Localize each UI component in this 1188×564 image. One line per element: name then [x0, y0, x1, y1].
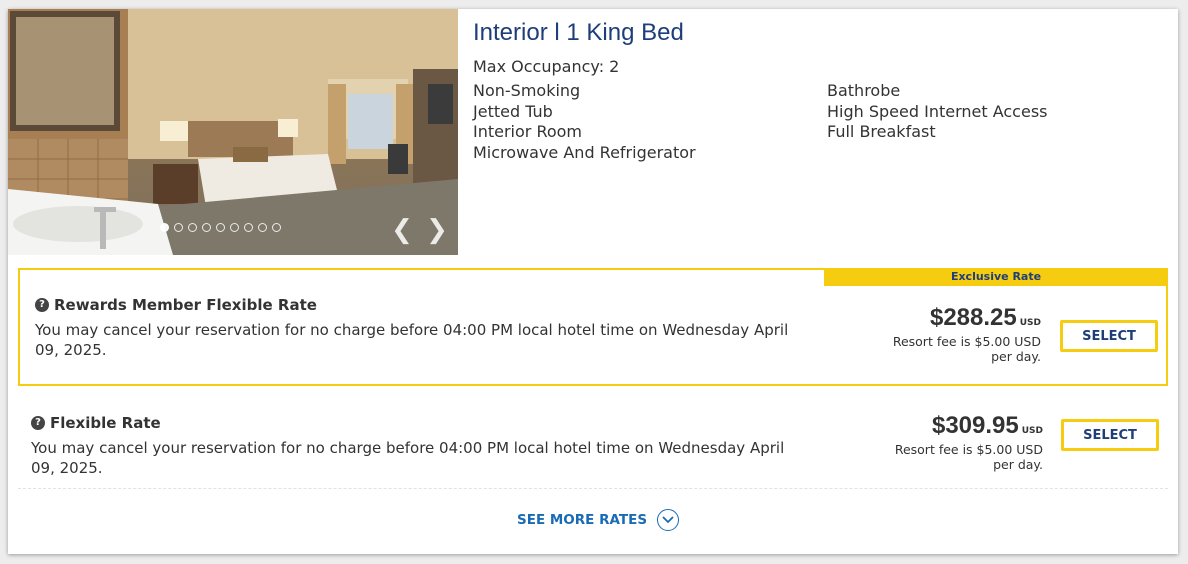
chevron-right-icon[interactable]: ❯: [426, 216, 448, 244]
gallery-dot[interactable]: [230, 223, 239, 232]
rate-option-rewards-member: Exclusive Rate ? Rewards Member Flexible…: [18, 268, 1168, 386]
rate-name-label: Flexible Rate: [50, 414, 161, 432]
amenities-list-right: Bathrobe High Speed Internet Access Full…: [827, 81, 1048, 143]
price-block: $309.95 USD Resort fee is $5.00 USD per d…: [823, 412, 1043, 472]
resort-fee-line2: per day.: [993, 457, 1043, 472]
rate-price: $309.95: [931, 412, 1019, 439]
amenity-item: Jetted Tub: [473, 101, 553, 121]
amenity-item: Bathrobe: [827, 81, 901, 100]
chevron-down-circle-icon[interactable]: [657, 509, 680, 531]
see-more-rates-label[interactable]: SEE MORE RATES: [517, 512, 647, 528]
rate-option-flexible: ? Flexible Rate You may cancel your rese…: [18, 395, 1168, 489]
room-title[interactable]: Interior l 1 King Bed: [473, 19, 684, 47]
gallery-dot[interactable]: [272, 223, 281, 232]
chevron-left-icon[interactable]: ❮: [391, 216, 413, 244]
gallery-dot[interactable]: [216, 223, 225, 232]
gallery-dot[interactable]: [188, 223, 197, 232]
rate-price: $288.25: [929, 304, 1017, 331]
amenity-item: Microwave And Refrigerator: [473, 142, 696, 162]
see-more-rates-link[interactable]: SEE MORE RATES: [517, 509, 680, 531]
currency-label: USD: [1021, 426, 1043, 436]
gallery-dot[interactable]: [244, 223, 253, 232]
cancellation-policy: You may cancel your reservation for no c…: [35, 321, 789, 359]
gallery-dot[interactable]: [202, 223, 211, 232]
resort-fee-line1: Resort fee is $5.00 USD: [894, 442, 1043, 457]
amenity-item: High Speed Internet Access: [827, 101, 1048, 121]
amenities-list-left: Non-Smoking Jetted Tub Interior Room Mic…: [473, 81, 696, 163]
room-card: ❮ ❯ Interior l 1 King Bed Max Occupancy:…: [8, 9, 1178, 554]
resort-fee: Resort fee is $5.00 USD per day.: [823, 442, 1043, 472]
amenity-item: Non-Smoking: [473, 81, 581, 100]
gallery-dot[interactable]: [160, 223, 169, 232]
gallery-pagination: [160, 223, 281, 232]
select-rate-button[interactable]: SELECT: [1061, 419, 1159, 451]
max-occupancy: Max Occupancy: 2: [473, 57, 620, 76]
resort-fee-line2: per day.: [991, 349, 1041, 364]
gallery-dot[interactable]: [258, 223, 267, 232]
question-circle-icon[interactable]: ?: [35, 298, 49, 312]
amenity-item: Full Breakfast: [827, 122, 936, 142]
question-circle-icon[interactable]: ?: [31, 416, 45, 430]
amenity-item: Interior Room: [473, 122, 583, 142]
price-block: $288.25 USD Resort fee is $5.00 USD per d…: [821, 304, 1041, 364]
select-rate-button[interactable]: SELECT: [1060, 320, 1158, 352]
resort-fee-line1: Resort fee is $5.00 USD: [892, 334, 1041, 349]
room-photo-gallery[interactable]: ❮ ❯: [8, 9, 458, 255]
gallery-dot[interactable]: [174, 223, 183, 232]
resort-fee: Resort fee is $5.00 USD per day.: [821, 334, 1041, 364]
exclusive-rate-badge: Exclusive Rate: [824, 268, 1168, 286]
rate-name-label: Rewards Member Flexible Rate: [54, 296, 317, 314]
currency-label: USD: [1019, 318, 1041, 328]
rate-name: ? Flexible Rate: [31, 414, 161, 432]
rate-name: ? Rewards Member Flexible Rate: [35, 296, 317, 314]
cancellation-policy: You may cancel your reservation for no c…: [31, 439, 785, 477]
